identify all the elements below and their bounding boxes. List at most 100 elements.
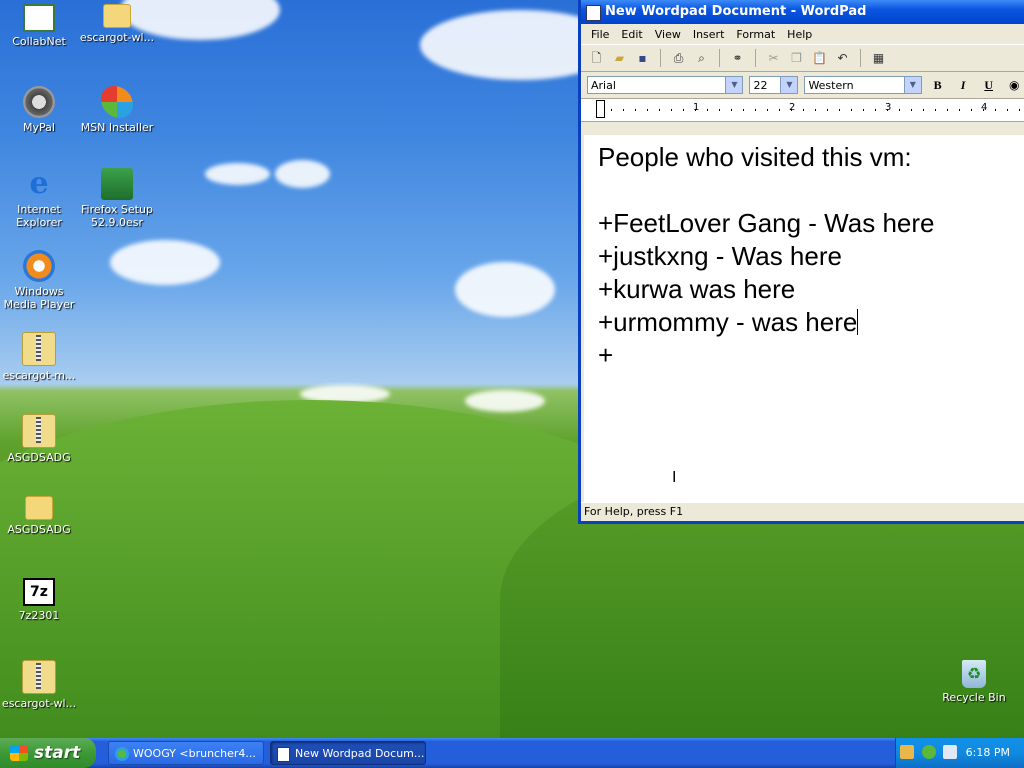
desktop-icon-7z2301[interactable]: 7z 7z2301	[0, 578, 78, 622]
format-bar: Arial ▼ 22 ▼ Western ▼ B I U ◉	[581, 72, 1024, 99]
document-line-current: +urmommy - was here	[598, 306, 1010, 339]
messenger-icon	[115, 747, 129, 761]
desktop-icon-mypal[interactable]: MyPal	[0, 86, 78, 134]
icon-label: ASGDSADG	[7, 523, 71, 536]
toolbar: 🗋 ▰ ▪ ⎙ ⌕ ⚭ ✂ ❐ 📋 ↶ ▦	[581, 44, 1024, 72]
system-tray: 6:18 PM	[895, 738, 1024, 768]
new-document-icon[interactable]: 🗋	[587, 49, 606, 67]
ibeam-cursor-icon: I	[672, 469, 677, 486]
icon-label: Internet Explorer	[16, 203, 62, 229]
cloud	[465, 390, 545, 412]
menu-format[interactable]: Format	[730, 26, 781, 43]
cloud	[110, 240, 220, 285]
icon-label: MSN Installer	[80, 121, 154, 134]
icon-label: Firefox Setup 52.9.0esr	[81, 203, 153, 229]
menu-view[interactable]: View	[649, 26, 687, 43]
desktop-icon-internet-explorer[interactable]: e Internet Explorer	[0, 166, 78, 230]
recycle-bin-icon: ♻	[962, 660, 986, 688]
cloud	[275, 160, 330, 188]
desktop-icon-firefox-setup[interactable]: Firefox Setup 52.9.0esr	[78, 168, 156, 229]
ruler-number: 3	[885, 102, 892, 113]
menu-file[interactable]: File	[585, 26, 615, 43]
find-binoculars-icon[interactable]: ⚭	[728, 49, 747, 67]
zip-folder-icon	[22, 414, 56, 448]
network-icon[interactable]	[900, 745, 914, 759]
indent-marker[interactable]	[596, 100, 605, 118]
chevron-down-icon[interactable]: ▼	[903, 77, 921, 93]
open-folder-icon[interactable]: ▰	[610, 49, 629, 67]
msn-butterfly-icon	[101, 86, 133, 118]
cloud	[205, 163, 270, 185]
menu-help[interactable]: Help	[781, 26, 818, 43]
menu-insert[interactable]: Insert	[687, 26, 731, 43]
menu-bar: File Edit View Insert Format Help	[581, 24, 1024, 44]
desktop-icon-escargot-wl-zip[interactable]: escargot-wl...	[0, 660, 78, 710]
font-size-select[interactable]: 22 ▼	[749, 76, 799, 94]
icon-label: escargot-wl...	[79, 31, 155, 44]
document-line: +	[598, 340, 614, 370]
toolbar-separator	[660, 49, 661, 67]
document-line: People who visited this vm:	[598, 142, 912, 172]
ruler-number: 2	[789, 102, 796, 113]
bold-button[interactable]: B	[928, 76, 948, 94]
document-editor[interactable]: People who visited this vm: +FeetLover G…	[584, 135, 1024, 503]
ruler-ticks	[599, 109, 1024, 111]
italic-button[interactable]: I	[953, 76, 973, 94]
desktop-icon-asgdsadg-zip[interactable]: ASGDSADG	[0, 414, 78, 464]
window-title: New Wordpad Document - WordPad	[605, 4, 867, 19]
font-name-select[interactable]: Arial ▼	[587, 76, 744, 94]
users-icon[interactable]	[921, 745, 936, 759]
document-line: +kurwa was here	[598, 274, 796, 304]
document-line: +justkxng - Was here	[598, 241, 842, 271]
cloud	[455, 262, 555, 317]
toolbar-separator	[860, 49, 861, 67]
underline-button[interactable]: U	[979, 76, 999, 94]
save-disk-icon[interactable]: ▪	[633, 49, 652, 67]
copy-icon[interactable]: ❐	[787, 49, 806, 67]
wordpad-window[interactable]: New Wordpad Document - WordPad File Edit…	[578, 0, 1024, 524]
desktop-icon-recycle-bin[interactable]: ♻ Recycle Bin	[935, 660, 1013, 704]
script-select[interactable]: Western ▼	[804, 76, 922, 94]
taskbar-button-messenger[interactable]: WOOGY <bruncher4...	[108, 741, 264, 765]
script-value: Western	[808, 79, 854, 92]
wordpad-icon	[586, 5, 601, 21]
ruler-number: 4	[981, 102, 988, 113]
taskbar-button-wordpad[interactable]: New Wordpad Docum...	[270, 741, 426, 765]
desktop-icon-asgdsadg-folder[interactable]: ASGDSADG	[0, 496, 78, 536]
chevron-down-icon[interactable]: ▼	[780, 77, 798, 93]
document-line-text: +urmommy - was here	[598, 307, 858, 337]
start-button[interactable]: start	[0, 738, 96, 768]
start-label: start	[34, 743, 81, 763]
undo-icon[interactable]: ↶	[833, 49, 852, 67]
title-bar[interactable]: New Wordpad Document - WordPad	[581, 0, 1024, 24]
chevron-down-icon[interactable]: ▼	[725, 77, 743, 93]
collabnet-icon	[23, 4, 55, 32]
volume-icon[interactable]	[943, 745, 957, 759]
icon-label: MyPal	[23, 121, 55, 134]
desktop-icon-escargot-wl[interactable]: escargot-wl...	[78, 4, 156, 44]
zip-folder-icon	[22, 332, 56, 366]
task-label: New Wordpad Docum...	[295, 747, 425, 760]
folder-icon	[103, 4, 131, 28]
icon-label: 7z2301	[18, 609, 60, 622]
internet-explorer-icon: e	[29, 166, 49, 201]
menu-edit[interactable]: Edit	[615, 26, 648, 43]
icon-label: escargot-m...	[2, 369, 76, 382]
cut-icon[interactable]: ✂	[764, 49, 783, 67]
icon-label: Recycle Bin	[942, 691, 1006, 704]
color-icon[interactable]: ◉	[1004, 76, 1024, 94]
print-preview-icon[interactable]: ⌕	[692, 49, 711, 67]
toolbar-separator	[755, 49, 756, 67]
desktop-icon-msn-installer[interactable]: MSN Installer	[78, 86, 156, 134]
paste-icon[interactable]: 📋	[810, 49, 829, 67]
print-icon[interactable]: ⎙	[669, 49, 688, 67]
desktop-icon-escargot-m[interactable]: escargot-m...	[0, 332, 78, 382]
desktop-icon-windows-media-player[interactable]: Windows Media Player	[0, 250, 78, 311]
desktop-icon-collabnet[interactable]: CollabNet	[0, 4, 78, 48]
windows-flag-icon	[10, 745, 28, 761]
clock[interactable]: 6:18 PM	[966, 738, 1010, 768]
ruler[interactable]: 1 2 3 4	[581, 99, 1024, 122]
taskbar: start WOOGY <bruncher4... New Wordpad Do…	[0, 738, 1024, 768]
date-time-icon[interactable]: ▦	[869, 49, 888, 67]
